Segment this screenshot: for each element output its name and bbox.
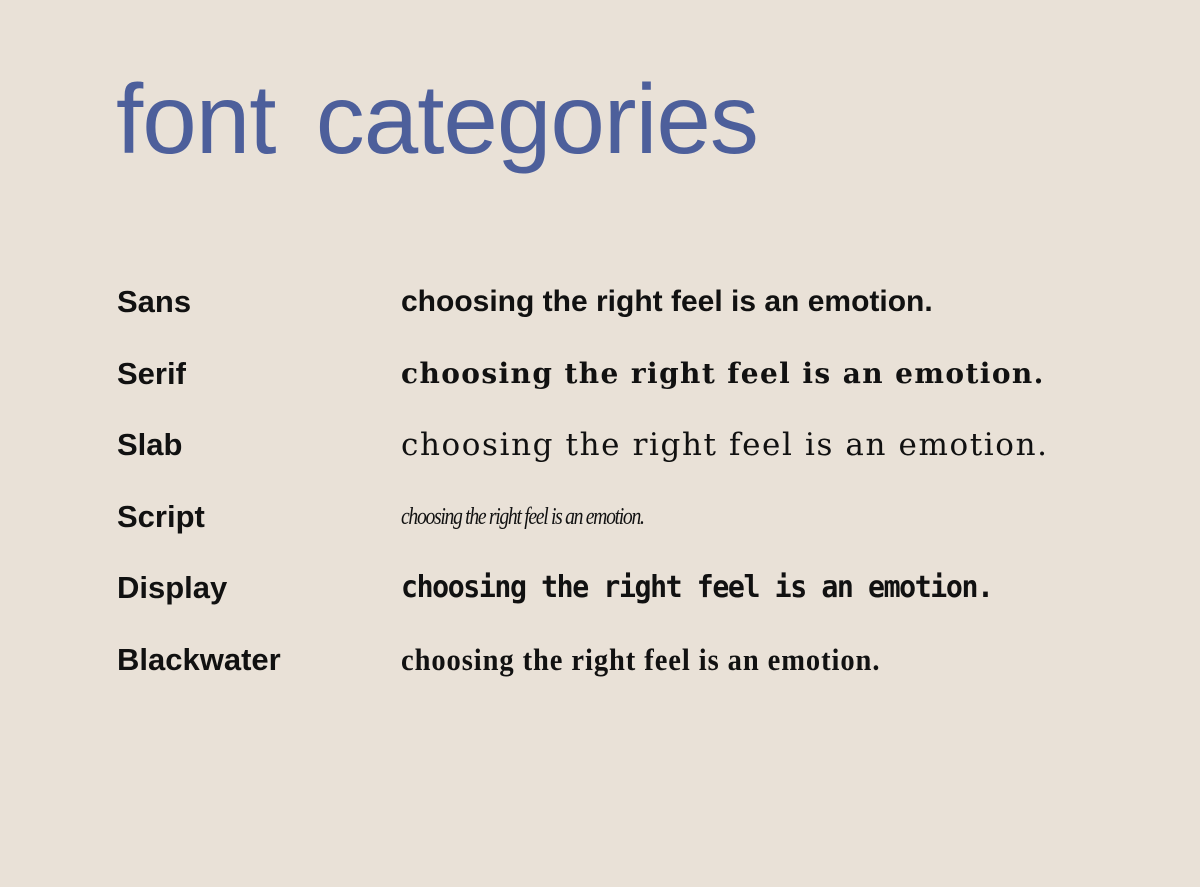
category-row-sans: Sans choosing the right feel is an emoti…: [0, 282, 1200, 322]
category-label: Serif: [117, 356, 186, 391]
category-label: Script: [117, 499, 205, 534]
sample-text-blackwater: choosing the right feel is an emotion.: [401, 642, 881, 677]
category-label: Slab: [117, 427, 183, 462]
page-title: font categories: [116, 64, 759, 174]
sample-text-slab: choosing the right feel is an emotion.: [401, 427, 1049, 463]
category-row-blackwater: Blackwater choosing the right feel is an…: [0, 640, 1200, 680]
sample-text-display: choosing the right feel is an emotion.: [401, 570, 994, 605]
category-label: Display: [117, 570, 228, 605]
category-row-display: Display choosing the right feel is an em…: [0, 568, 1200, 608]
category-row-serif: Serif choosing the right feel is an emot…: [0, 354, 1200, 394]
category-row-script: Script choosing the right feel is an emo…: [0, 497, 1200, 537]
sample-text-serif: choosing the right feel is an emotion.: [401, 357, 1045, 390]
sample-text-sans: choosing the right feel is an emotion.: [401, 285, 933, 318]
category-row-slab: Slab choosing the right feel is an emoti…: [0, 425, 1200, 465]
category-label: Blackwater: [117, 642, 281, 677]
slide: font categories Sans choosing the right …: [0, 0, 1200, 887]
sample-text-script: choosing the right feel is an emotion.: [401, 504, 645, 530]
category-label: Sans: [117, 284, 192, 319]
